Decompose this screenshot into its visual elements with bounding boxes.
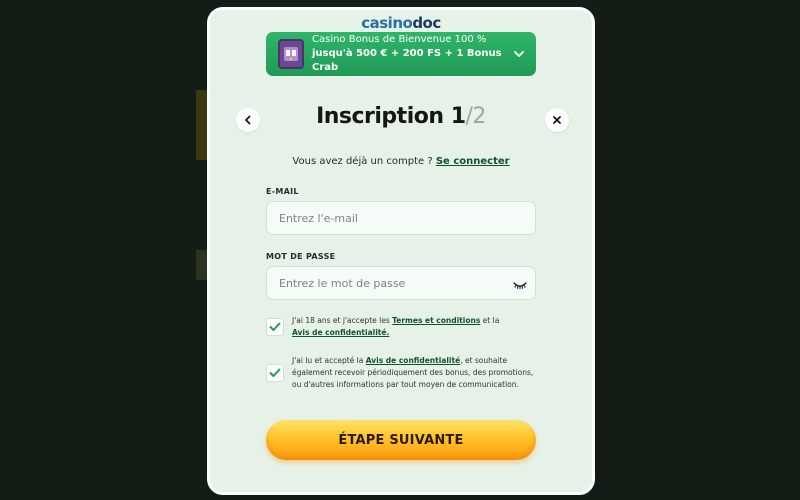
eye-closed-icon[interactable] — [512, 276, 528, 290]
privacy-link[interactable]: Avis de confidentialité. — [292, 328, 389, 337]
marketing-consent: J'ai lu et accepté la Avis de confidenti… — [266, 355, 536, 391]
next-step-button[interactable]: ÉTAPE SUIVANTE — [266, 420, 536, 460]
title-step-total: /2 — [465, 104, 487, 129]
page-title: Inscription 1/2 — [210, 104, 592, 129]
close-icon — [553, 116, 561, 124]
consent-text-part: J'ai lu et accepté la — [292, 356, 366, 365]
bonus-text: Casino Bonus de Bienvenue 100 % jusqu'à … — [312, 33, 512, 75]
marketing-checkbox[interactable] — [266, 364, 284, 382]
consent-text-part: J'ai 18 ans et j'accepte les — [292, 316, 393, 325]
casinodoc-logo: casinodoc — [210, 14, 592, 32]
login-prompt: Vous avez déjà un compte ? Se connecter — [210, 156, 592, 167]
bonus-banner[interactable]: Casino Bonus de Bienvenue 100 % jusqu'à … — [266, 32, 536, 76]
title-label: Inscription — [316, 104, 444, 129]
chevron-down-icon[interactable] — [512, 47, 526, 61]
checkmark-icon — [269, 322, 281, 331]
terms-consent: J'ai 18 ans et j'accepte les Termes et c… — [266, 315, 536, 339]
password-label: MOT DE PASSE — [266, 252, 336, 261]
terms-consent-text: J'ai 18 ans et j'accepte les Termes et c… — [292, 315, 499, 339]
bonus-line-2: jusqu'à 500 € + 200 FS + 1 Bonus Crab — [312, 48, 502, 73]
email-label: E-MAIL — [266, 187, 299, 196]
password-input[interactable] — [266, 266, 536, 300]
marketing-consent-text: J'ai lu et accepté la Avis de confidenti… — [292, 355, 536, 391]
email-input[interactable] — [266, 201, 536, 235]
title-step: 1 — [450, 104, 466, 129]
login-link[interactable]: Se connecter — [436, 156, 510, 167]
bonus-thumbnail-icon — [278, 39, 304, 69]
bonus-line-1: Casino Bonus de Bienvenue 100 % — [312, 34, 487, 45]
logo-main: casino — [361, 14, 413, 32]
consent-text-part: et la — [480, 316, 500, 325]
terms-link[interactable]: Termes et conditions — [392, 316, 480, 325]
checkmark-icon — [269, 368, 281, 377]
logo-accent: doc — [412, 14, 441, 32]
privacy-link[interactable]: Avis de confidentialité — [366, 356, 460, 365]
registration-modal: casinodoc Casino Bonus de Bienvenue 100 … — [207, 7, 595, 495]
close-button[interactable] — [545, 108, 569, 132]
login-prompt-text: Vous avez déjà un compte ? — [292, 156, 433, 167]
slot-machine-icon — [284, 47, 298, 61]
terms-checkbox[interactable] — [266, 318, 284, 336]
